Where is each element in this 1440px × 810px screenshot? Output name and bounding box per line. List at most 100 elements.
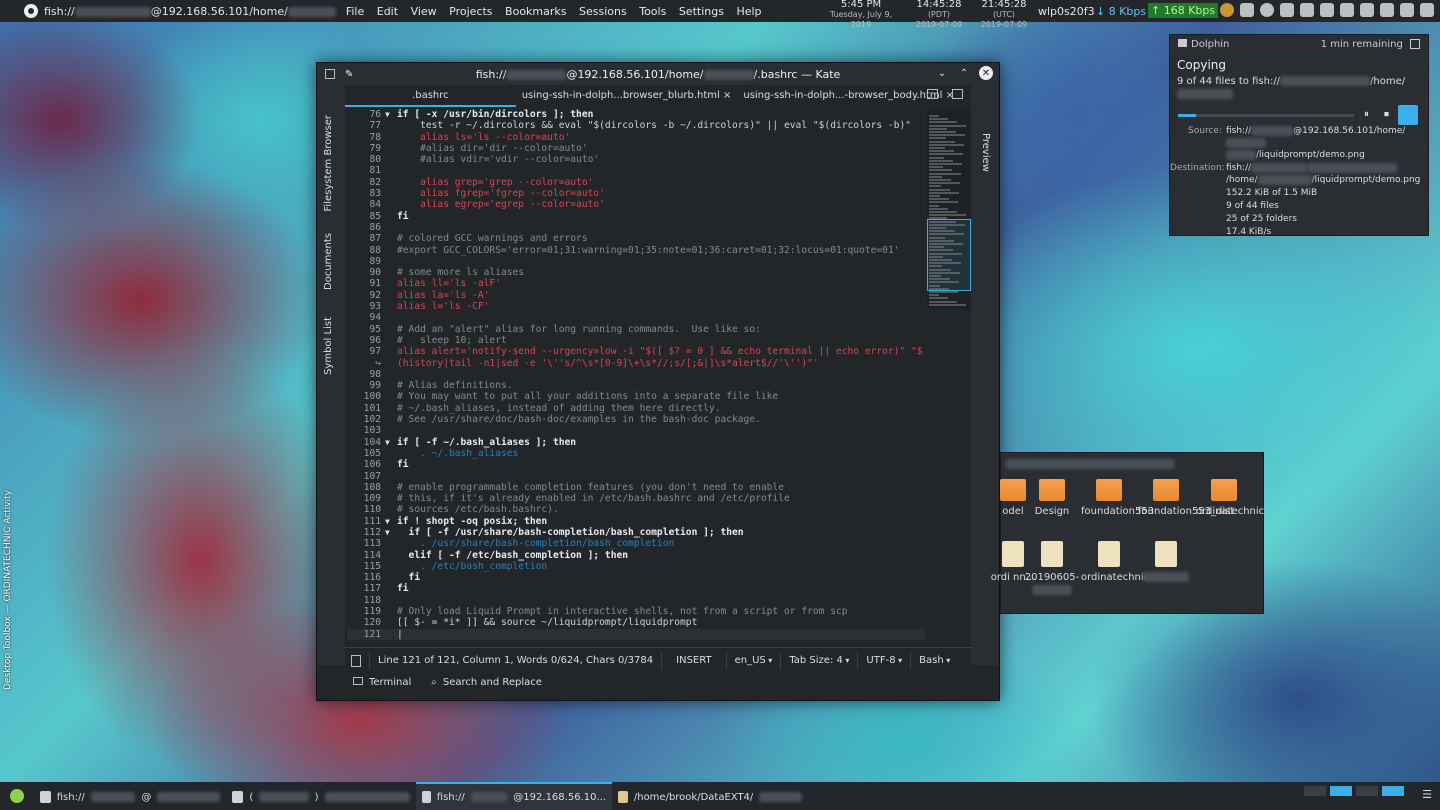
code-line[interactable]: 94 xyxy=(347,312,925,323)
cursor-position[interactable]: Line 121 of 121, Column 1, Words 0/624, … xyxy=(378,655,653,666)
sidebar-symbol-list[interactable]: Symbol List xyxy=(323,317,334,375)
code-line[interactable]: 97 alias alert='notify-send --urgency=low… xyxy=(347,346,925,357)
code-line[interactable]: 78 alias ls='ls --color=auto' xyxy=(347,132,925,143)
task-fish-terminal[interactable]: fish://@ xyxy=(34,782,226,810)
menu-projects[interactable]: Projects xyxy=(449,5,492,18)
code-line[interactable]: 81 xyxy=(347,165,925,176)
desktop-4[interactable] xyxy=(1382,786,1404,796)
fold-marker[interactable] xyxy=(385,595,397,606)
fold-marker[interactable]: ▼ xyxy=(385,109,397,120)
code-line[interactable]: 85 fi xyxy=(347,211,925,222)
fold-marker[interactable] xyxy=(385,154,397,165)
code-line[interactable]: 104 ▼ if [ -f ~/.bash_aliases ]; then xyxy=(347,437,925,448)
menu-tools[interactable]: Tools xyxy=(639,5,666,18)
fold-marker[interactable] xyxy=(385,256,397,267)
tab-bashrc[interactable]: .bashrc xyxy=(345,85,516,107)
code-line[interactable]: 111 ▼ if ! shopt -oq posix; then xyxy=(347,516,925,527)
file-item[interactable] xyxy=(1138,541,1194,584)
code-line[interactable]: 83 alias fgrep='fgrep --color=auto' xyxy=(347,188,925,199)
folder-item[interactable]: Design xyxy=(1024,479,1080,518)
desktop-settings-icon[interactable] xyxy=(1420,3,1434,17)
code-line[interactable]: 101 # ~/.bash_aliases, instead of adding … xyxy=(347,403,925,414)
code-line[interactable]: 109 # this, if it's already enabled in /e… xyxy=(347,493,925,504)
menu-edit[interactable]: Edit xyxy=(377,5,398,18)
folder-item[interactable]: ordinatechnic xyxy=(1196,479,1264,518)
fold-marker[interactable] xyxy=(385,538,397,549)
clock-local[interactable]: 5:45 PM Tuesday, July 9, 2019 xyxy=(820,0,902,30)
code-line[interactable]: 119 # Only load Liquid Prompt in interact… xyxy=(347,606,925,617)
app-menu-icon[interactable] xyxy=(10,789,24,803)
fold-marker[interactable] xyxy=(385,606,397,617)
notification-close-icon[interactable] xyxy=(1410,39,1420,49)
fold-marker[interactable]: ▼ xyxy=(385,527,397,538)
task-dolphin[interactable]: /home/brook/DataEXT4/ xyxy=(612,782,808,810)
syntax-mode-select[interactable]: Bash xyxy=(919,655,950,666)
code-line[interactable]: 89 xyxy=(347,256,925,267)
menu-settings[interactable]: Settings xyxy=(679,5,724,18)
tab-close-icon[interactable]: × xyxy=(723,90,731,101)
close-icon[interactable]: ✕ xyxy=(979,66,993,80)
menu-view[interactable]: View xyxy=(411,5,437,18)
code-line[interactable]: 84 alias egrep='egrep --color=auto' xyxy=(347,199,925,210)
details-toggle-button[interactable] xyxy=(1398,105,1418,125)
fold-marker[interactable] xyxy=(385,482,397,493)
code-line[interactable]: 105 . ~/.bash_aliases xyxy=(347,448,925,459)
sidebar-preview[interactable]: Preview xyxy=(980,133,991,172)
wifi-icon[interactable] xyxy=(1340,3,1354,17)
app-launcher-icon[interactable] xyxy=(24,4,38,18)
clock-utc[interactable]: 21:45:28 (UTC) 2019-07-09 xyxy=(972,0,1036,30)
desktop-2[interactable] xyxy=(1330,786,1352,796)
fold-marker[interactable] xyxy=(385,188,397,199)
document-status-icon[interactable] xyxy=(351,654,361,667)
code-line[interactable]: 93 alias l='ls -CF' xyxy=(347,301,925,312)
fold-marker[interactable] xyxy=(385,391,397,402)
code-line[interactable]: 92 alias la='ls -A' xyxy=(347,290,925,301)
code-line[interactable]: 107 xyxy=(347,471,925,482)
fold-marker[interactable] xyxy=(385,143,397,154)
code-line[interactable]: 82 alias grep='grep --color=auto' xyxy=(347,177,925,188)
fold-marker[interactable] xyxy=(385,583,397,594)
dictionary-select[interactable]: en_US xyxy=(735,655,773,666)
fold-marker[interactable] xyxy=(385,301,397,312)
volume-icon[interactable] xyxy=(1360,3,1374,17)
menu-bookmarks[interactable]: Bookmarks xyxy=(505,5,566,18)
code-line[interactable]: 114 elif [ -f /etc/bash_completion ]; th… xyxy=(347,550,925,561)
desktop-3[interactable] xyxy=(1356,786,1378,796)
microphone-icon[interactable] xyxy=(1280,3,1294,17)
code-line[interactable]: 99 # Alias definitions. xyxy=(347,380,925,391)
maximize-icon[interactable]: ⌃ xyxy=(957,66,971,80)
code-line[interactable]: 77 test -r ~/.dircolors && eval "$(dirco… xyxy=(347,120,925,131)
folder-item[interactable]: foundation553_dist xyxy=(1138,479,1234,518)
file-item[interactable]: ordinatechnic.co... xyxy=(1081,541,1173,584)
kate-titlebar[interactable]: ✎ fish://@192.168.56.101/home//.bashrc —… xyxy=(317,63,999,85)
desktop-toolbox-label[interactable]: Desktop Toolbox — ORDINATECHNIC Activity xyxy=(3,490,13,690)
code-line[interactable]: 95 # Add an "alert" alias for long runnin… xyxy=(347,324,925,335)
virtual-desktop-pager[interactable] xyxy=(1304,786,1404,796)
code-line[interactable]: 76 ▼ if [ -x /usr/bin/dircolors ]; then xyxy=(347,109,925,120)
sidebar-filesystem-browser[interactable]: Filesystem Browser xyxy=(323,115,334,212)
menu-help[interactable]: Help xyxy=(736,5,761,18)
fold-marker[interactable] xyxy=(385,120,397,131)
code-line[interactable]: 100 # You may want to put all your additi… xyxy=(347,391,925,402)
code-line[interactable]: 106 fi xyxy=(347,459,925,470)
code-line[interactable]: ↪ (history|tail -n1|sed -e '\''s/^\s*[0-9… xyxy=(347,358,925,369)
menu-file[interactable]: File xyxy=(346,5,364,18)
tray-expand-icon[interactable] xyxy=(1400,3,1414,17)
settings-icon[interactable] xyxy=(1300,3,1314,17)
fold-marker[interactable] xyxy=(385,504,397,515)
fold-marker[interactable] xyxy=(385,165,397,176)
fold-marker[interactable]: ▼ xyxy=(385,516,397,527)
code-line[interactable]: 116 fi xyxy=(347,572,925,583)
fold-marker[interactable] xyxy=(385,561,397,572)
fold-marker[interactable]: ▼ xyxy=(385,437,397,448)
battery-icon[interactable] xyxy=(1380,3,1394,17)
task-kate[interactable]: fish://@192.168.56.10... xyxy=(416,782,612,810)
fold-marker[interactable] xyxy=(385,222,397,233)
fold-marker[interactable] xyxy=(385,312,397,323)
code-line[interactable]: 80 #alias vdir='vdir --color=auto' xyxy=(347,154,925,165)
fold-marker[interactable] xyxy=(385,369,397,380)
fold-marker[interactable] xyxy=(385,629,397,640)
input-mode[interactable]: INSERT xyxy=(670,655,717,666)
minimap-scrollbar[interactable] xyxy=(927,109,971,309)
panel-options-icon[interactable]: ☰ xyxy=(1422,788,1432,801)
